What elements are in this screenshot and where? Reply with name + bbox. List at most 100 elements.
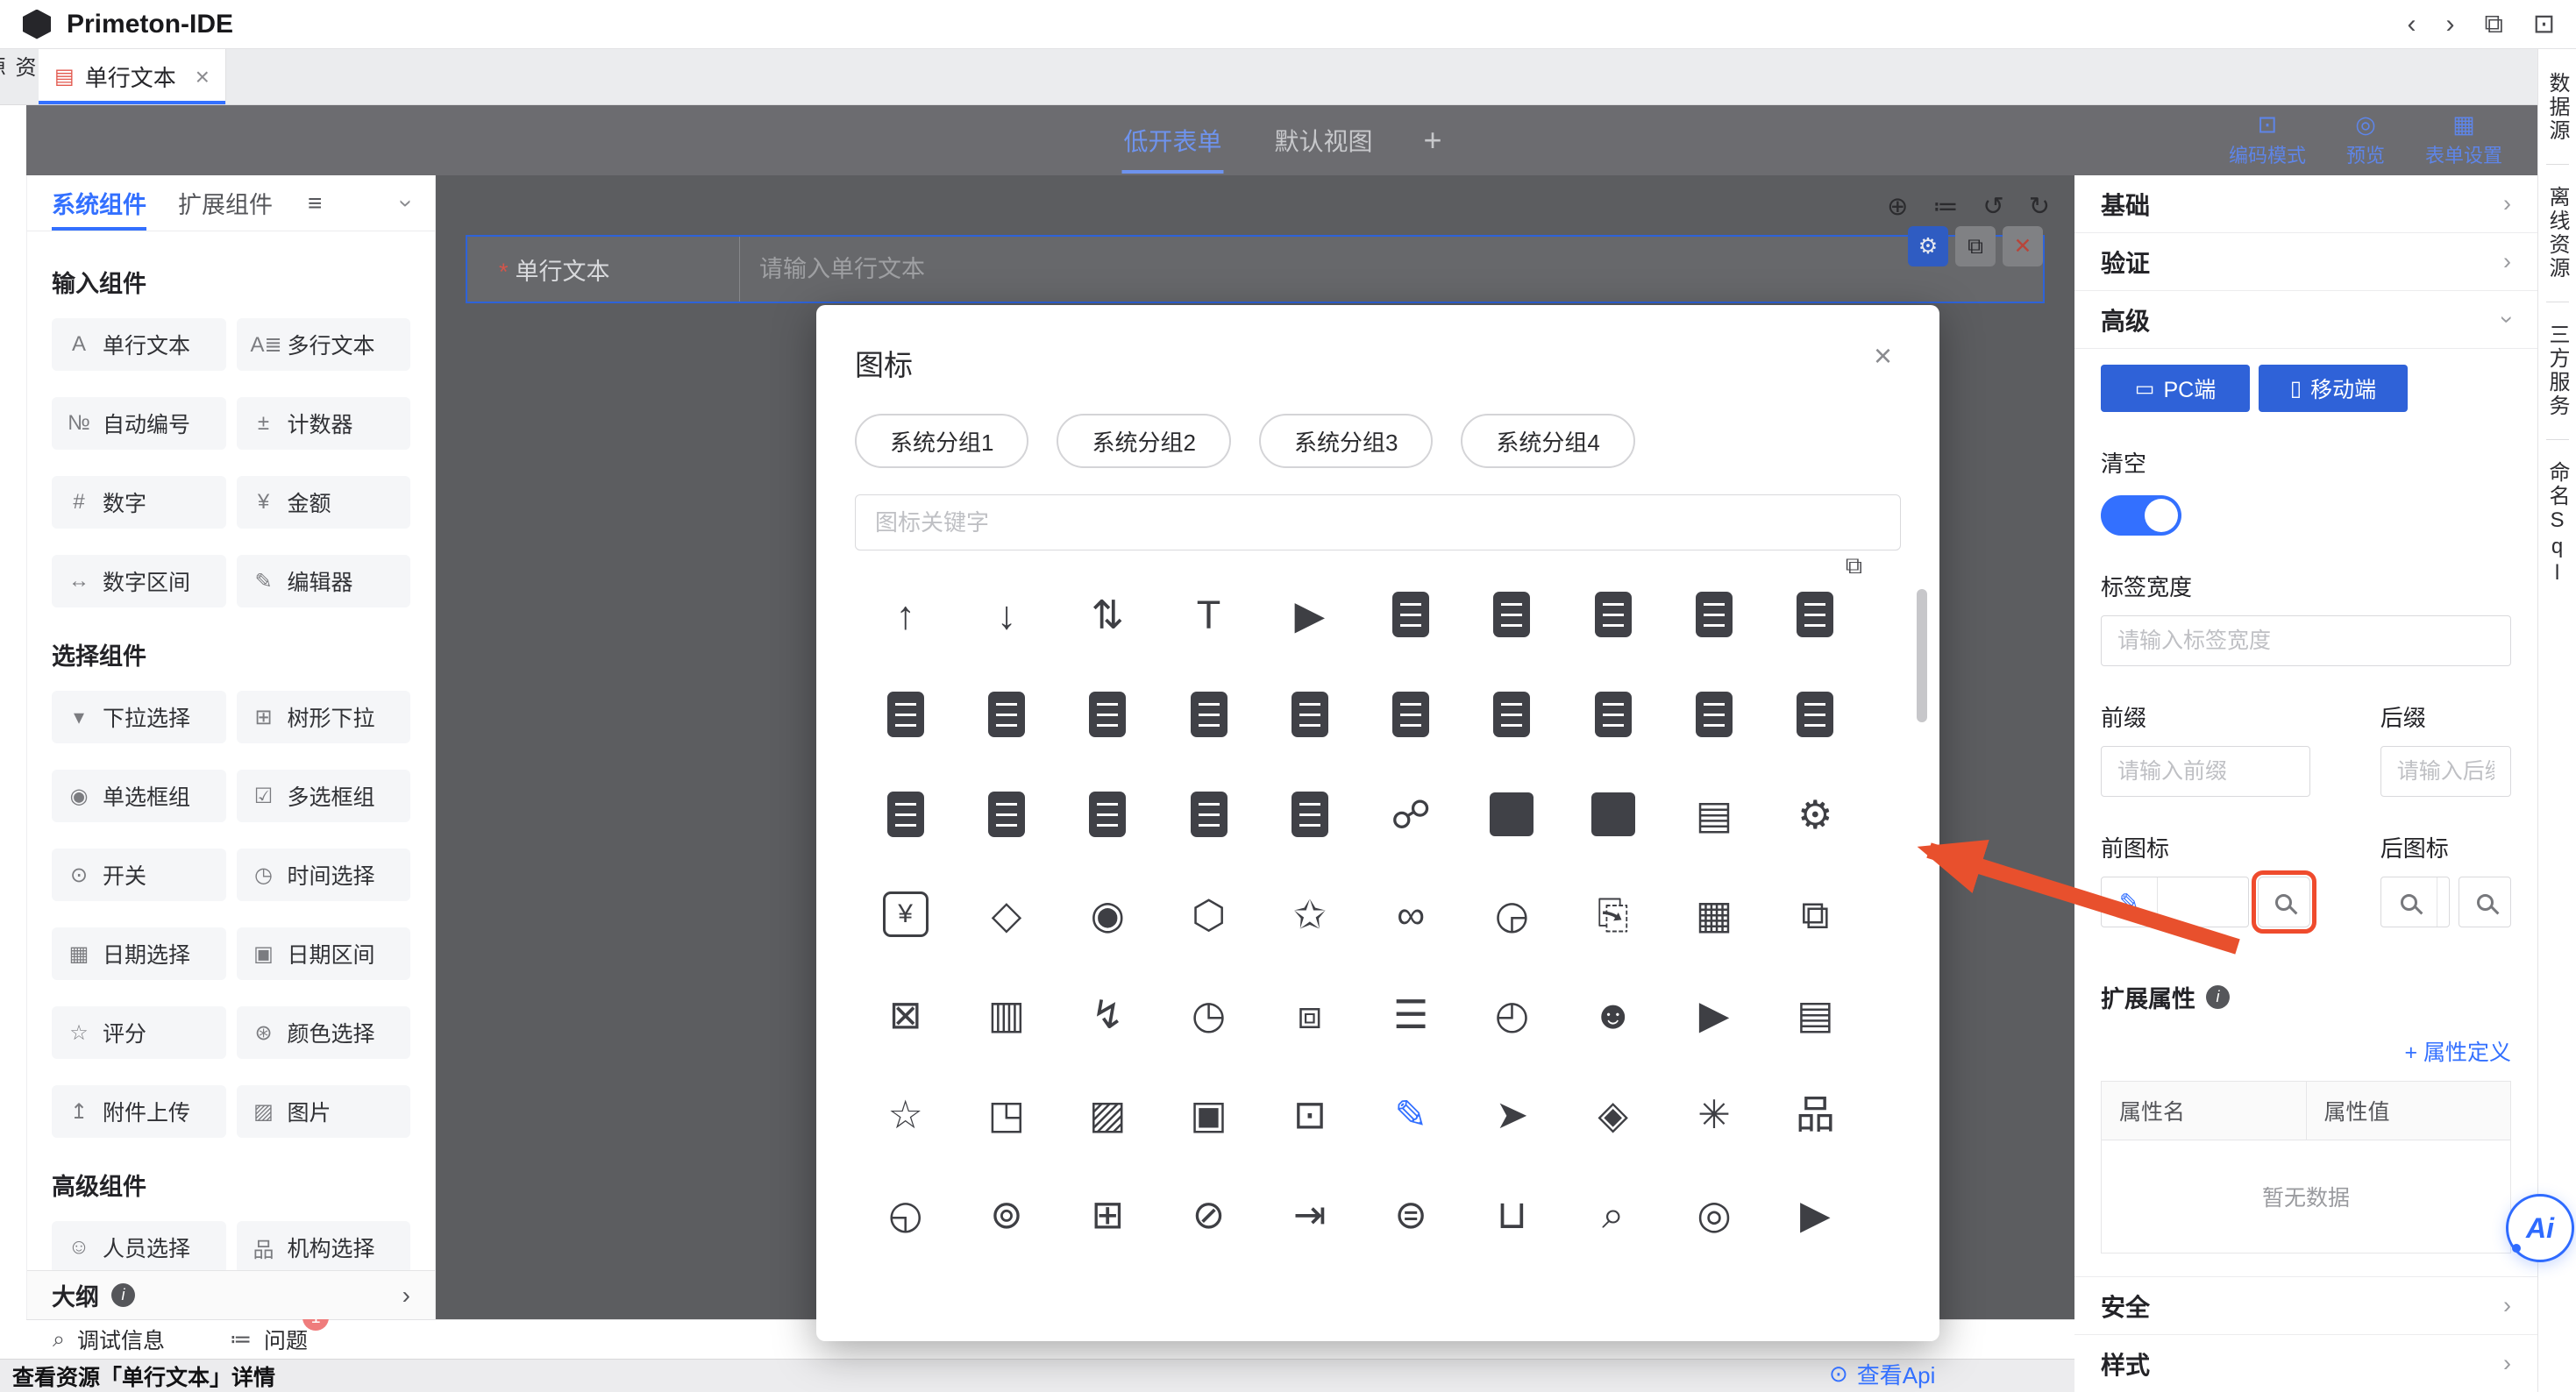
file-note-icon[interactable] bbox=[1689, 689, 1740, 740]
sort-icon[interactable]: ⇅ bbox=[1082, 589, 1133, 640]
clear-toggle[interactable] bbox=[2101, 495, 2181, 536]
component-dropdown[interactable]: ▾ 下拉选择 bbox=[52, 691, 226, 743]
file-clock-icon[interactable]: ◷ bbox=[1184, 989, 1235, 1040]
logout-icon[interactable]: ⇥ bbox=[1284, 1189, 1335, 1239]
field-copy-button[interactable]: ⧉ bbox=[1955, 226, 1996, 266]
solid-square2-icon[interactable] bbox=[1588, 789, 1639, 840]
component-date-range[interactable]: ▣ 日期区间 bbox=[237, 927, 411, 980]
icon-group-tab-2[interactable]: 系统分组2 bbox=[1057, 414, 1230, 468]
clipboard-icon[interactable]: ▥ bbox=[981, 989, 1032, 1040]
redo-icon[interactable]: ↻ bbox=[2029, 195, 2050, 220]
hexagon-layers-icon[interactable]: ⬡ bbox=[1184, 889, 1235, 940]
photo-circle-icon[interactable]: ◉ bbox=[1082, 889, 1133, 940]
picture-icon[interactable]: ▨ bbox=[1082, 1089, 1133, 1140]
yen-square-icon[interactable]: ¥ bbox=[880, 889, 931, 940]
rail-item-1[interactable]: 离线资源 bbox=[2542, 172, 2572, 295]
rail-item-0[interactable]: 数据源 bbox=[2542, 58, 2572, 157]
chevron-right-icon[interactable]: › bbox=[402, 1282, 410, 1310]
outline-tree-icon[interactable]: ≔ bbox=[1932, 195, 1958, 220]
speed-icon[interactable]: ↯ bbox=[1082, 989, 1133, 1040]
external-link-icon[interactable]: ⧉ bbox=[2484, 11, 2502, 38]
label-width-input[interactable] bbox=[2101, 615, 2511, 666]
device-pc-button[interactable]: ▭ PC端 bbox=[2101, 365, 2250, 412]
team-icon[interactable]: ☻ bbox=[1588, 989, 1639, 1040]
tab-extension-components[interactable]: 扩展组件 bbox=[178, 175, 273, 231]
back-icon[interactable]: ‹ bbox=[2407, 11, 2416, 38]
front-icon-value[interactable]: ✎ bbox=[2101, 877, 2249, 927]
bookmark-add-icon[interactable]: ⊞ bbox=[1082, 1189, 1133, 1239]
package-pin-icon[interactable]: ▣ bbox=[1184, 1089, 1235, 1140]
file-close-icon[interactable]: ⊠ bbox=[880, 989, 931, 1040]
rail-item-3[interactable]: 命名Sql bbox=[2542, 447, 2572, 601]
file-paper-icon[interactable]: ▤ bbox=[1790, 989, 1840, 1040]
solid-square-icon[interactable] bbox=[1486, 789, 1537, 840]
field-settings-button[interactable]: ⚙ bbox=[1908, 226, 1948, 266]
suffix-input[interactable] bbox=[2380, 746, 2511, 797]
screen-cast-icon[interactable]: ⧈ bbox=[1284, 989, 1335, 1040]
menu-icon[interactable]: ≡ bbox=[308, 189, 322, 217]
icon-group-tab-1[interactable]: 系统分组1 bbox=[855, 414, 1028, 468]
file-book-icon[interactable] bbox=[1082, 689, 1133, 740]
section-style[interactable]: 样式 › bbox=[2074, 1334, 2537, 1392]
forbidden-icon[interactable]: ⊘ bbox=[1184, 1189, 1235, 1239]
folder-copy-icon[interactable]: ⎘ bbox=[1588, 889, 1639, 940]
device-mobile-button[interactable]: ▯ 移动端 bbox=[2259, 365, 2408, 412]
file-pdf-icon[interactable] bbox=[1486, 689, 1537, 740]
back-icon-search-button[interactable] bbox=[2459, 877, 2511, 927]
single-line-text-input[interactable] bbox=[759, 256, 1979, 283]
file-doc2-icon[interactable] bbox=[1385, 689, 1436, 740]
person-edit-icon[interactable]: ✎ bbox=[1385, 1089, 1436, 1140]
org-chart-icon[interactable]: 品 bbox=[1790, 1089, 1840, 1140]
tshirt-icon[interactable]: T bbox=[1184, 589, 1235, 640]
unlink-icon[interactable]: ☍ bbox=[1385, 789, 1436, 840]
component-person-select[interactable]: ☺ 人员选择 bbox=[52, 1221, 226, 1270]
add-view-button[interactable]: + bbox=[1424, 122, 1442, 159]
clock-icon[interactable]: ◴ bbox=[1486, 989, 1537, 1040]
shield-pin-icon[interactable]: ◈ bbox=[1588, 1089, 1639, 1140]
send-icon[interactable]: ➤ bbox=[1486, 1089, 1537, 1140]
file-key-icon[interactable] bbox=[880, 789, 931, 840]
component-color-picker[interactable]: ⊛ 颜色选择 bbox=[237, 1006, 411, 1059]
new-window-icon[interactable]: ⧉ bbox=[1846, 552, 1862, 580]
file-code-icon[interactable] bbox=[1689, 589, 1740, 640]
component-org-select[interactable]: 品 机构选择 bbox=[237, 1221, 411, 1270]
component-date-picker[interactable]: ▦ 日期选择 bbox=[52, 927, 226, 980]
section-basic[interactable]: 基础 › bbox=[2074, 175, 2537, 233]
prism-icon[interactable]: ◇ bbox=[981, 889, 1032, 940]
designer-tab-0[interactable]: 低开表单 bbox=[1121, 123, 1223, 158]
section-validation[interactable]: 验证 › bbox=[2074, 233, 2537, 291]
star-icon[interactable]: ☆ bbox=[880, 1089, 931, 1140]
preview-button[interactable]: ◎ 预览 bbox=[2346, 113, 2385, 168]
component-counter[interactable]: ± 计数器 bbox=[237, 397, 411, 450]
calendar-icon[interactable]: ▦ bbox=[1689, 889, 1740, 940]
ai-assistant-button[interactable]: Ai bbox=[2506, 1194, 2574, 1262]
file-list-icon[interactable] bbox=[880, 689, 931, 740]
component-editor[interactable]: ✎ 编辑器 bbox=[237, 555, 411, 607]
component-time-picker[interactable]: ◷ 时间选择 bbox=[237, 849, 411, 901]
arrow-up-icon[interactable]: ↑ bbox=[880, 589, 931, 640]
file-image-icon[interactable] bbox=[1184, 789, 1235, 840]
file-number-icon[interactable] bbox=[1588, 689, 1639, 740]
book-open-icon[interactable]: ⊔ bbox=[1486, 1189, 1537, 1239]
badge-star-icon[interactable]: ✳ bbox=[1689, 1089, 1740, 1140]
podcast-icon[interactable]: ⊚ bbox=[981, 1189, 1032, 1239]
resources-rail-label[interactable]: 资源 bbox=[0, 49, 39, 104]
debug-info-button[interactable]: ⌕ 调试信息 bbox=[53, 1324, 165, 1355]
code-mode-button[interactable]: ⊡ 编码模式 bbox=[2229, 113, 2306, 168]
link-icon[interactable]: ∞ bbox=[1385, 889, 1436, 940]
spiral-icon[interactable]: ◎ bbox=[1689, 1189, 1740, 1239]
search-icon[interactable]: ⌕ bbox=[1588, 1189, 1639, 1239]
component-tree-dropdown[interactable]: ⊞ 树形下拉 bbox=[237, 691, 411, 743]
component-rating[interactable]: ☆ 评分 bbox=[52, 1006, 226, 1059]
view-api-link[interactable]: ⊙ 查看Api bbox=[1829, 1358, 1935, 1390]
file-chart-icon[interactable] bbox=[1284, 789, 1335, 840]
modal-scrollbar[interactable] bbox=[1917, 589, 1927, 722]
component-auto-number[interactable]: № 自动编号 bbox=[52, 397, 226, 450]
file-lines-icon[interactable] bbox=[1184, 689, 1235, 740]
comment-dots-icon[interactable]: ⊡ bbox=[1284, 1089, 1335, 1140]
component-currency[interactable]: ¥ 金额 bbox=[237, 476, 411, 529]
monitor-gear-icon[interactable]: ⚙ bbox=[1790, 789, 1840, 840]
gauge-icon[interactable]: ◶ bbox=[1486, 889, 1537, 940]
close-icon[interactable]: × bbox=[1874, 340, 1892, 372]
designer-tab-1[interactable]: 默认视图 bbox=[1272, 123, 1374, 158]
